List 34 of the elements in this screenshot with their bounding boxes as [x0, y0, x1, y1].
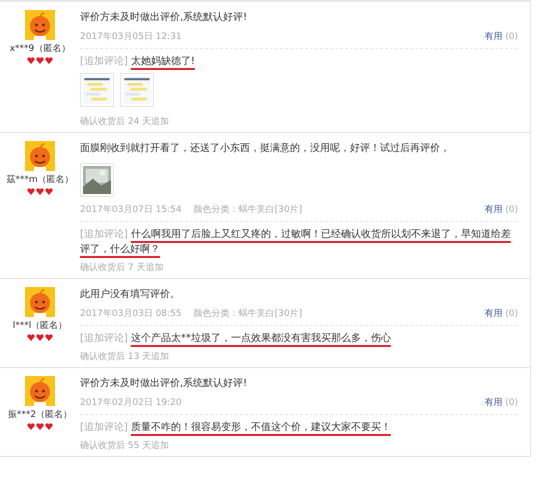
followup-note: 确认收货后 24 天追加 [80, 116, 170, 129]
followup-text: [追加评论] 什么啊我用了后脸上又红又疼的，过敏啊！已经确认收货所以划不来退了，早知道给差评了，什么好啊？ [80, 228, 512, 257]
useful-count: (0) [505, 398, 518, 408]
useful-link[interactable]: 有用 [484, 396, 502, 409]
avatar [25, 287, 55, 317]
user-name: l***l（匿名） [12, 320, 68, 332]
useful-count: (0) [505, 204, 518, 214]
review-text: 评价方未及时做出评价,系统默认好评! [80, 376, 248, 391]
product-variant: 颜色分类：蜗牛美白[30片] [194, 308, 302, 320]
review-date: 2017年03月05日 12:31 [80, 30, 182, 43]
review-text: 此用户没有填写评价。 [80, 288, 181, 302]
useful-count: (0) [505, 32, 518, 42]
followup-note: 确认收货后 55 天追加 [80, 440, 170, 453]
user-name: x***9（匿名） [10, 42, 70, 55]
user-name: 振***2（匿名） [8, 408, 72, 421]
followup-text: [追加评论] 质量不咋的！很容易变形，不值这个价，建议大家不要买！ [80, 420, 392, 435]
review-date: 2017年03月07日 15:54 [80, 204, 182, 216]
avatar [25, 141, 55, 171]
review-date: 2017年02月02日 19:20 [80, 396, 182, 409]
review-text: 面膜刚收到就打开看了，还送了小东西，挺满意的，没用呢，好评！试过后再评价， [80, 142, 451, 156]
product-variant: 颜色分类：蜗牛美白[30片] [194, 204, 302, 216]
followup-text: [追加评论] 这个产品太**垃圾了，一点效果都没有害我买那么多，伤心 [80, 332, 392, 346]
followup-note: 确认收货后 7 天追加 [80, 262, 164, 275]
review-date: 2017年03月03日 08:55 [80, 308, 182, 320]
followup-text: [追加评论] 太她妈缺德了! [80, 54, 196, 69]
useful-link[interactable]: 有用 [484, 307, 502, 320]
followup-note: 确认收货后 13 天追加 [80, 350, 170, 364]
useful-count: (0) [505, 308, 518, 318]
avatar [25, 376, 55, 406]
useful-link[interactable]: 有用 [484, 203, 502, 216]
review-text: 评价方未及时做出评价,系统默认好评! [80, 10, 248, 25]
useful-link[interactable]: 有用 [484, 30, 502, 43]
avatar [25, 10, 55, 40]
user-name: 茲***m（匿名） [6, 174, 74, 186]
